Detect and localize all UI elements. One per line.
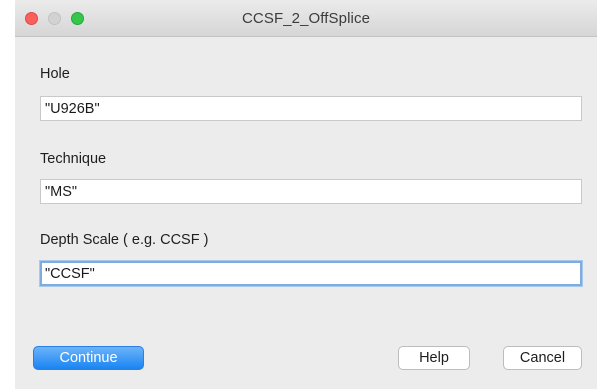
title-bar[interactable]: CCSF_2_OffSplice — [15, 0, 597, 37]
depth-scale-input[interactable] — [40, 261, 582, 286]
technique-input[interactable] — [40, 179, 582, 204]
hole-input[interactable] — [40, 96, 582, 121]
window-title: CCSF_2_OffSplice — [241, 10, 371, 27]
technique-label: Technique — [40, 151, 107, 167]
cancel-button[interactable]: Cancel — [503, 346, 582, 370]
hole-label: Hole — [40, 66, 70, 82]
help-button[interactable]: Help — [398, 346, 470, 370]
depth-scale-label: Depth Scale ( e.g. CCSF ) — [40, 232, 209, 248]
dialog-window: CCSF_2_OffSplice Hole Technique Depth Sc… — [15, 0, 597, 389]
continue-button[interactable]: Continue — [33, 346, 144, 370]
